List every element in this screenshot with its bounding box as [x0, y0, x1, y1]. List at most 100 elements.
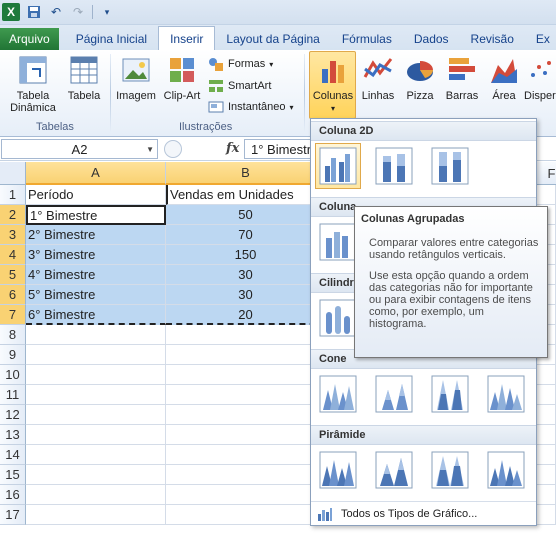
- row-header-11[interactable]: 11: [0, 385, 26, 405]
- imagem-button[interactable]: Imagem: [114, 54, 158, 102]
- tab-exibicao[interactable]: Ex: [525, 28, 550, 50]
- tab-revisao[interactable]: Revisão: [460, 28, 525, 50]
- empty-cell[interactable]: [166, 445, 326, 465]
- empty-cell[interactable]: [166, 325, 326, 345]
- empty-cell[interactable]: [166, 465, 326, 485]
- undo-icon[interactable]: ↶: [48, 4, 64, 20]
- pyramid-100-stacked-option[interactable]: [427, 447, 473, 493]
- row-header-1[interactable]: 1: [0, 185, 26, 205]
- instantaneo-button[interactable]: Instantâneo ▾: [208, 99, 294, 115]
- tabela-dinamica-button[interactable]: Tabela Dinâmica: [4, 54, 62, 114]
- dispersao-button[interactable]: Disper: [524, 54, 556, 102]
- excel-app-icon[interactable]: X: [2, 3, 20, 21]
- insert-function-icon[interactable]: fx: [226, 141, 239, 156]
- cell-a2[interactable]: 1° Bimestre: [26, 205, 166, 225]
- cone-3d-option[interactable]: [483, 371, 529, 417]
- row-header-6[interactable]: 6: [0, 285, 26, 305]
- empty-cell[interactable]: [26, 385, 166, 405]
- row-header-16[interactable]: 16: [0, 485, 26, 505]
- empty-cell[interactable]: [26, 505, 166, 525]
- tabela-button[interactable]: Tabela: [64, 54, 104, 102]
- row-header-14[interactable]: 14: [0, 445, 26, 465]
- customize-qat-icon[interactable]: ▾: [99, 4, 115, 20]
- cell-a5[interactable]: 4° Bimestre: [26, 265, 166, 285]
- colunas-button[interactable]: Colunas ▾: [310, 54, 356, 115]
- tab-layout-da-pagina[interactable]: Layout da Página: [215, 28, 330, 50]
- row-header-12[interactable]: 12: [0, 405, 26, 425]
- pyramid-clustered-option[interactable]: [315, 447, 361, 493]
- save-icon[interactable]: [26, 4, 42, 20]
- row-header-4[interactable]: 4: [0, 245, 26, 265]
- empty-cell[interactable]: [166, 365, 326, 385]
- smartart-button[interactable]: SmartArt: [208, 78, 271, 94]
- clustered-column-option[interactable]: [315, 143, 361, 189]
- clip-art-button[interactable]: Clip-Art: [160, 54, 204, 102]
- formula-resize-handle[interactable]: [164, 140, 182, 158]
- pivot-table-icon: [17, 54, 49, 86]
- empty-cell[interactable]: [26, 445, 166, 465]
- row-header-15[interactable]: 15: [0, 465, 26, 485]
- all-chart-types-link[interactable]: Todos os Tipos de Gráfico...: [311, 501, 536, 525]
- empty-cell[interactable]: [26, 365, 166, 385]
- tab-arquivo[interactable]: Arquivo: [0, 28, 59, 50]
- formas-button[interactable]: Formas ▾: [208, 56, 273, 72]
- cone-100-stacked-option[interactable]: [427, 371, 473, 417]
- cell-b3[interactable]: 70: [166, 225, 326, 245]
- 100-stacked-column-option[interactable]: [427, 143, 473, 189]
- row-header-3[interactable]: 3: [0, 225, 26, 245]
- empty-cell[interactable]: [166, 385, 326, 405]
- empty-cell[interactable]: [26, 405, 166, 425]
- tab-dados[interactable]: Dados: [403, 28, 460, 50]
- pie-chart-icon: [404, 54, 436, 86]
- cone-clustered-option[interactable]: [315, 371, 361, 417]
- cell-b1[interactable]: Vendas em Unidades: [166, 185, 326, 205]
- empty-cell[interactable]: [166, 345, 326, 365]
- empty-cell[interactable]: [166, 505, 326, 525]
- column-header-b[interactable]: B: [166, 162, 326, 185]
- cell-b6[interactable]: 30: [166, 285, 326, 305]
- smartart-icon: [209, 80, 223, 92]
- cone-stacked-option[interactable]: [371, 371, 417, 417]
- empty-cell[interactable]: [26, 345, 166, 365]
- column-header-a[interactable]: A: [26, 162, 166, 185]
- empty-cell[interactable]: [166, 405, 326, 425]
- empty-cell[interactable]: [26, 425, 166, 445]
- cell-a6[interactable]: 5° Bimestre: [26, 285, 166, 305]
- tab-formulas[interactable]: Fórmulas: [331, 28, 403, 50]
- row-header-17[interactable]: 17: [0, 505, 26, 525]
- tab-inserir[interactable]: Inserir: [158, 26, 216, 50]
- cell-a3[interactable]: 2° Bimestre: [26, 225, 166, 245]
- empty-cell[interactable]: [26, 485, 166, 505]
- cell-b5[interactable]: 30: [166, 265, 326, 285]
- linhas-button[interactable]: Linhas: [358, 54, 398, 102]
- cell-a4[interactable]: 3° Bimestre: [26, 245, 166, 265]
- empty-cell[interactable]: [26, 325, 166, 345]
- tab-pagina-inicial[interactable]: Página Inicial: [65, 28, 158, 50]
- stacked-column-option[interactable]: [371, 143, 417, 189]
- cell-a1[interactable]: Período: [26, 185, 166, 205]
- row-header-10[interactable]: 10: [0, 365, 26, 385]
- pizza-button[interactable]: Pizza: [400, 54, 440, 102]
- row-header-2[interactable]: 2: [0, 205, 26, 225]
- cell-a7[interactable]: 6° Bimestre: [26, 305, 166, 325]
- cell-b2[interactable]: 50: [166, 205, 326, 225]
- barras-button[interactable]: Barras: [440, 54, 484, 102]
- row-header-8[interactable]: 8: [0, 325, 26, 345]
- cell-b4[interactable]: 150: [166, 245, 326, 265]
- pyramid-stacked-option[interactable]: [371, 447, 417, 493]
- select-all-corner[interactable]: [0, 162, 26, 185]
- area-button[interactable]: Área: [486, 54, 522, 102]
- empty-cell[interactable]: [26, 465, 166, 485]
- name-box[interactable]: A2 ▼: [1, 139, 158, 159]
- row-header-5[interactable]: 5: [0, 265, 26, 285]
- redo-icon[interactable]: ↷: [70, 4, 86, 20]
- row-header-7[interactable]: 7: [0, 305, 26, 325]
- empty-cell[interactable]: [166, 425, 326, 445]
- empty-cell[interactable]: [166, 485, 326, 505]
- column-header-f[interactable]: F: [537, 162, 556, 185]
- pyramid-3d-option[interactable]: [483, 447, 529, 493]
- cell-b7[interactable]: 20: [166, 305, 326, 325]
- row-header-13[interactable]: 13: [0, 425, 26, 445]
- name-box-dropdown-icon[interactable]: ▼: [146, 145, 154, 154]
- row-header-9[interactable]: 9: [0, 345, 26, 365]
